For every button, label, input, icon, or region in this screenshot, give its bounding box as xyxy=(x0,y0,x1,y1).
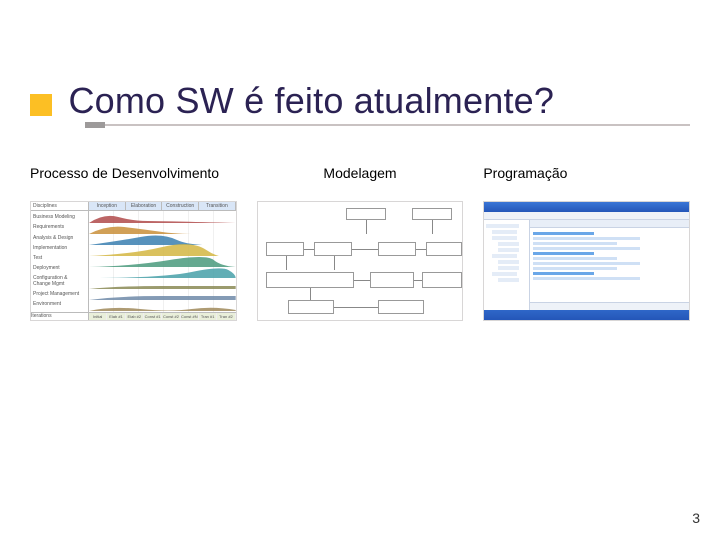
diagram-box xyxy=(378,300,424,314)
rup-discipline: Environment xyxy=(33,302,86,308)
diagram-line xyxy=(334,307,378,308)
rup-footer: Iterations Initial Elab #1 Elab #2 Const… xyxy=(31,312,236,320)
columns: Processo de Desenvolvimento Disciplines … xyxy=(30,165,690,321)
diagram-box xyxy=(314,242,352,256)
code-line xyxy=(533,237,640,240)
diagram-line xyxy=(354,280,370,281)
rup-body: Business Modeling Requirements Analysis … xyxy=(31,211,236,312)
diagram-box xyxy=(412,208,452,220)
tree-node xyxy=(498,242,519,246)
diagram-box xyxy=(288,300,334,314)
rup-phase: Construction xyxy=(162,202,199,210)
tree-node xyxy=(498,260,519,264)
ide-statusbar xyxy=(530,302,689,310)
rup-iteration: Tran #2 xyxy=(217,313,235,320)
column-processo: Processo de Desenvolvimento Disciplines … xyxy=(30,165,237,321)
rup-discipline: Business Modeling xyxy=(33,215,86,221)
rup-iteration: Const #2 xyxy=(162,313,180,320)
diagram-line xyxy=(416,249,426,250)
rup-discipline: Deployment xyxy=(33,266,86,272)
diagram-line xyxy=(304,249,314,250)
underline-notch-icon xyxy=(85,122,105,128)
rup-disciplines-label: Disciplines xyxy=(31,202,89,210)
rup-discipline: Test xyxy=(33,256,86,262)
title-underline xyxy=(85,124,690,126)
column-heading: Programação xyxy=(483,165,690,201)
rup-disciplines: Business Modeling Requirements Analysis … xyxy=(31,211,89,312)
diagram-line xyxy=(366,220,367,234)
code-line xyxy=(533,257,617,260)
diagram-box xyxy=(266,242,304,256)
diagram-box xyxy=(266,272,354,288)
diagram-box xyxy=(426,242,462,256)
rup-phase: Elaboration xyxy=(126,202,163,210)
rup-chart-thumbnail: Disciplines Inception Elaboration Constr… xyxy=(30,201,237,321)
rup-waves xyxy=(89,211,236,312)
rup-iteration: Const #1 xyxy=(144,313,162,320)
code-line xyxy=(533,252,594,255)
title-area: Como SW é feito atualmente? xyxy=(30,80,690,122)
rup-discipline: Requirements xyxy=(33,225,86,231)
diagram-box xyxy=(346,208,386,220)
ide-thumbnail xyxy=(483,201,690,321)
column-programacao: Programação xyxy=(483,165,690,321)
ide-editor-area xyxy=(530,220,689,310)
diagram-line xyxy=(310,288,311,300)
diagram-line xyxy=(352,249,378,250)
ide-menubar xyxy=(484,212,689,220)
column-heading: Modelagem xyxy=(257,165,464,201)
column-modelagem: Modelagem xyxy=(257,165,464,321)
ide-window xyxy=(484,202,689,320)
diagram-box xyxy=(370,272,414,288)
block-diagram xyxy=(258,202,463,320)
rup-iteration: Const #N xyxy=(181,313,199,320)
slide-title: Como SW é feito atualmente? xyxy=(68,80,554,122)
code-line xyxy=(533,277,640,280)
rup-chart: Disciplines Inception Elaboration Constr… xyxy=(31,202,236,320)
ide-body xyxy=(484,220,689,310)
tree-node xyxy=(498,266,519,270)
diagram-thumbnail xyxy=(257,201,464,321)
rup-discipline: Project Management xyxy=(33,292,86,298)
diagram-box xyxy=(378,242,416,256)
diagram-line xyxy=(334,256,335,270)
ide-taskbar xyxy=(484,310,689,320)
rup-iteration: Tran #1 xyxy=(199,313,217,320)
page-number: 3 xyxy=(692,510,700,526)
rup-discipline: Analysis & Design xyxy=(33,236,86,242)
code-line xyxy=(533,262,640,265)
code-line xyxy=(533,232,594,235)
rup-phase: Inception xyxy=(89,202,126,210)
title-bullet-icon xyxy=(30,94,52,116)
rup-iteration: Elab #2 xyxy=(126,313,144,320)
column-heading: Processo de Desenvolvimento xyxy=(30,165,237,201)
ide-tabs xyxy=(530,220,689,228)
ide-code-editor xyxy=(530,228,689,302)
rup-phase: Transition xyxy=(199,202,236,210)
rup-iteration: Initial xyxy=(89,313,107,320)
slide: Como SW é feito atualmente? Processo de … xyxy=(0,0,720,540)
rup-header: Disciplines Inception Elaboration Constr… xyxy=(31,202,236,211)
code-line xyxy=(533,267,617,270)
rup-iteration: Elab #1 xyxy=(107,313,125,320)
tree-node xyxy=(486,224,519,228)
diagram-line xyxy=(414,280,422,281)
diagram-line xyxy=(286,256,287,270)
code-line xyxy=(533,272,594,275)
rup-discipline: Implementation xyxy=(33,246,86,252)
tree-node xyxy=(492,236,517,240)
ide-titlebar xyxy=(484,202,689,212)
tree-node xyxy=(492,230,517,234)
code-line xyxy=(533,247,640,250)
diagram-box xyxy=(422,272,462,288)
rup-discipline: Configuration & Change Mgmt xyxy=(33,276,86,287)
tree-node xyxy=(498,278,519,282)
diagram-line xyxy=(432,220,433,234)
ide-project-tree xyxy=(484,220,530,310)
tree-node xyxy=(492,272,517,276)
code-line xyxy=(533,242,617,245)
tree-node xyxy=(492,254,517,258)
rup-iterations-label: Iterations xyxy=(31,313,89,320)
tree-node xyxy=(498,248,519,252)
